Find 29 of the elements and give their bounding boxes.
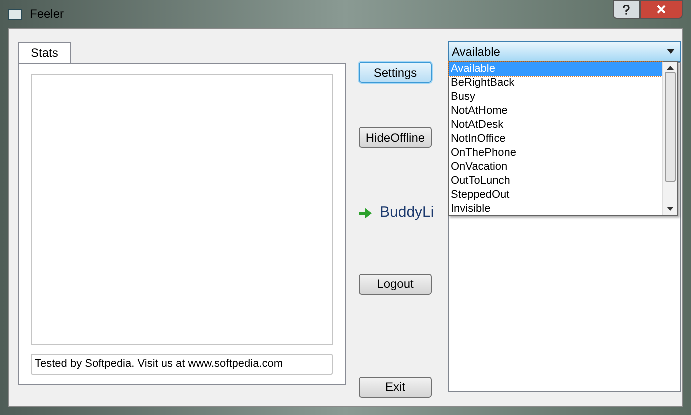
dropdown-option[interactable]: BeRightBack: [449, 76, 662, 90]
dropdown-option[interactable]: NotAtHome: [449, 104, 662, 118]
help-icon: [623, 4, 630, 14]
buddy-label: BuddyLi: [380, 202, 434, 223]
status-field: Tested by Softpedia. Visit us at www.softpedia.com: [31, 354, 333, 375]
close-button[interactable]: [640, 0, 683, 19]
push-button[interactable]: Logout: [359, 274, 432, 294]
dropdown-option[interactable]: OutToLunch: [449, 174, 662, 188]
arrow-icon: [359, 208, 372, 218]
tab[interactable]: Stats: [18, 42, 72, 63]
window-title: Feeler: [30, 6, 64, 23]
app-icon: [8, 8, 22, 20]
scroll-down-icon[interactable]: [666, 207, 674, 211]
dropdown-option[interactable]: NotAtDesk: [449, 118, 662, 132]
push-button[interactable]: Exit: [359, 376, 432, 398]
dropdown-option[interactable]: Busy: [449, 90, 662, 104]
dropdown-option[interactable]: SteppedOut: [449, 188, 662, 202]
dropdown-option[interactable]: NotInOffice: [449, 132, 662, 146]
close-icon: [657, 5, 666, 14]
caret-icon: [667, 49, 675, 54]
dropdown-option[interactable]: Invisible: [449, 202, 662, 216]
dropdown-option[interactable]: OnThePhone: [449, 146, 662, 160]
scroll-up-icon[interactable]: [666, 66, 674, 70]
help-button[interactable]: [613, 0, 640, 19]
push-button[interactable]: HideOffline: [359, 127, 432, 148]
push-button[interactable]: Settings: [359, 62, 432, 83]
dropdown-option[interactable]: OnVacation: [449, 160, 662, 174]
scrollbar[interactable]: [662, 62, 677, 215]
status-combo[interactable]: Available: [448, 41, 681, 62]
